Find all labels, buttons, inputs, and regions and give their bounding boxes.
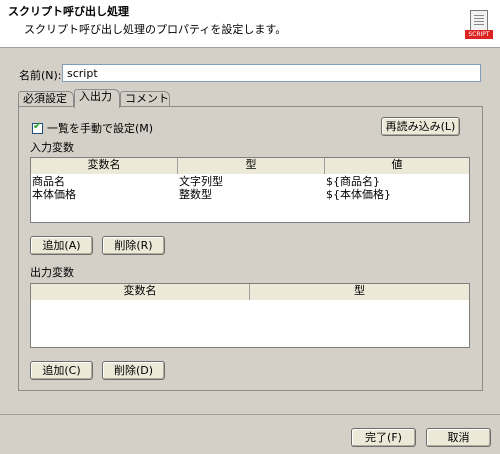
tab-comment[interactable]: コメント bbox=[120, 91, 170, 107]
tab-label: 入出力 bbox=[79, 90, 112, 103]
footer-separator bbox=[0, 414, 500, 415]
dialog-header: スクリプト呼び出し処理 スクリプト呼び出し処理のプロパティを設定します。 SCR… bbox=[0, 0, 500, 48]
name-input[interactable] bbox=[62, 64, 481, 82]
script-icon: SCRIPT bbox=[464, 10, 494, 40]
reload-button[interactable]: 再読み込み(L) bbox=[381, 117, 460, 136]
column-header-type[interactable]: 型 bbox=[250, 284, 469, 300]
input-vars-table[interactable]: 変数名 型 値 商品名 文字列型 ${商品名} 本体価格 整数型 ${本体価格} bbox=[30, 157, 470, 223]
document-icon bbox=[470, 10, 488, 32]
add-output-var-button[interactable]: 追加(C) bbox=[30, 361, 93, 380]
dialog-subtitle: スクリプト呼び出し処理のプロパティを設定します。 bbox=[24, 23, 287, 36]
table-header: 変数名 型 bbox=[31, 284, 469, 300]
cancel-button[interactable]: 取消 bbox=[426, 428, 491, 447]
cell-value: ${商品名} bbox=[326, 175, 380, 188]
table-row[interactable]: 商品名 文字列型 ${商品名} bbox=[31, 175, 469, 188]
table-header: 変数名 型 値 bbox=[31, 158, 469, 174]
script-tag-label: SCRIPT bbox=[465, 30, 493, 39]
cell-type: 整数型 bbox=[179, 188, 212, 201]
delete-output-var-button[interactable]: 削除(D) bbox=[102, 361, 165, 380]
tab-label: 必須設定 bbox=[23, 92, 67, 105]
output-vars-table[interactable]: 変数名 型 bbox=[30, 283, 470, 348]
input-vars-label: 入力変数 bbox=[30, 141, 74, 154]
finish-button[interactable]: 完了(F) bbox=[351, 428, 416, 447]
column-header-type[interactable]: 型 bbox=[178, 158, 325, 174]
cell-value: ${本体価格} bbox=[326, 188, 391, 201]
cell-var-name: 商品名 bbox=[32, 175, 65, 188]
manual-setting-checkbox[interactable] bbox=[32, 121, 43, 134]
cell-var-name: 本体価格 bbox=[32, 188, 76, 201]
column-header-var-name[interactable]: 変数名 bbox=[31, 158, 178, 174]
manual-setting-label: 一覧を手動で設定(M) bbox=[47, 122, 154, 135]
cell-type: 文字列型 bbox=[179, 175, 223, 188]
column-header-value[interactable]: 値 bbox=[325, 158, 469, 174]
dialog-title: スクリプト呼び出し処理 bbox=[8, 5, 129, 18]
tab-required-settings[interactable]: 必須設定 bbox=[18, 91, 74, 107]
column-header-var-name[interactable]: 変数名 bbox=[31, 284, 250, 300]
output-vars-label: 出力変数 bbox=[30, 266, 74, 279]
add-input-var-button[interactable]: 追加(A) bbox=[30, 236, 93, 255]
manual-setting-checkbox-row[interactable]: 一覧を手動で設定(M) bbox=[32, 120, 153, 136]
name-label: 名前(N): bbox=[19, 69, 62, 82]
table-row[interactable]: 本体価格 整数型 ${本体価格} bbox=[31, 188, 469, 201]
tab-input-output[interactable]: 入出力 bbox=[74, 89, 120, 108]
tab-label: コメント bbox=[125, 92, 169, 105]
delete-input-var-button[interactable]: 削除(R) bbox=[102, 236, 165, 255]
